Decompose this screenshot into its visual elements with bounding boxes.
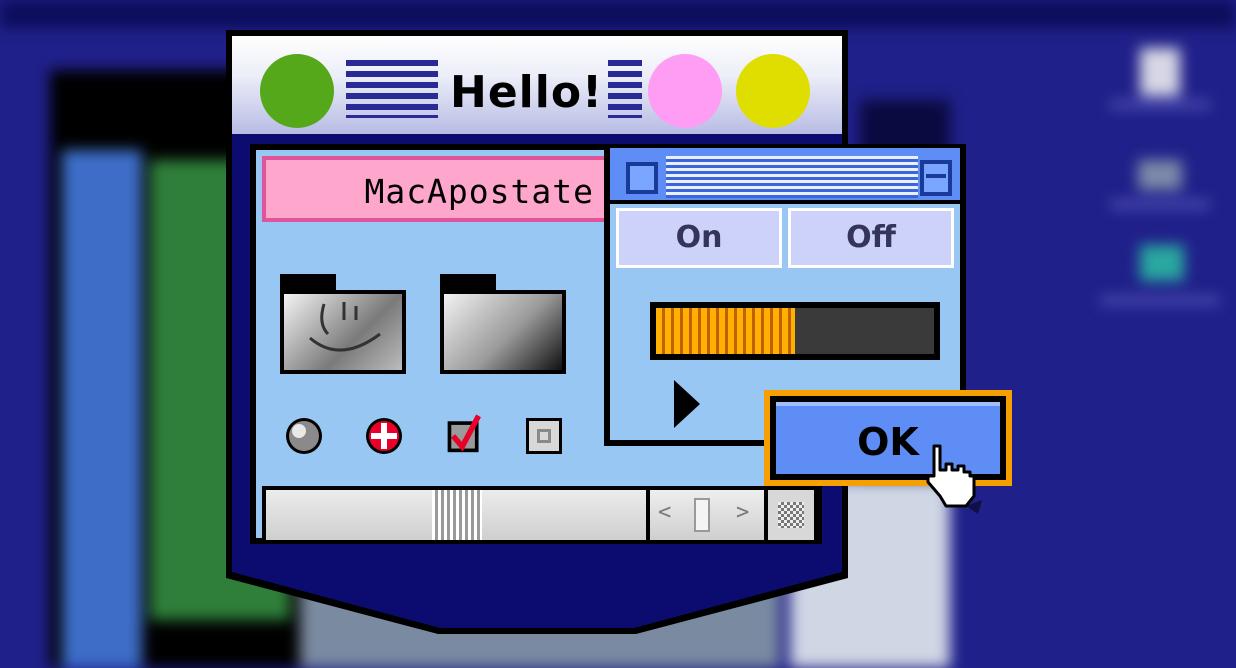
scroll-left-arrow[interactable]: < [658,500,671,525]
scroll-arrows: < > [650,490,764,540]
folder-icon[interactable] [440,274,566,374]
checkbox-checked-icon[interactable] [444,414,484,454]
scroll-thumb[interactable] [432,490,482,540]
hand-cursor-icon [926,444,982,514]
play-icon[interactable] [674,380,700,428]
title-bar-stripes-left [346,60,438,118]
nameplate: MacApostate [262,156,612,222]
resize-grip[interactable] [768,490,814,540]
scroll-mini-thumb[interactable] [694,498,710,532]
inner-title-stripes [666,156,918,198]
close-button[interactable] [260,54,334,128]
off-button[interactable]: Off [788,208,954,268]
progress-bar [650,302,940,360]
desktop-icon-2 [1138,160,1182,190]
red-cross-icon[interactable] [364,416,404,456]
desktop-label-3 [1100,296,1220,305]
minimize-button[interactable] [648,54,722,128]
title-bar[interactable]: Hello! [232,36,842,134]
desktop-icon-3 [1140,245,1184,281]
progress-fill [656,308,795,354]
drive-icon [1140,48,1180,96]
zoom-button[interactable] [736,54,810,128]
menu-bar [0,0,1236,28]
window-title: Hello! [450,67,604,118]
checkbox-square-icon[interactable] [524,416,564,456]
finder-folder-icon[interactable] [280,274,406,374]
inner-collapse-button[interactable] [920,160,952,196]
desktop-label-2 [1110,200,1210,209]
inner-title-bar[interactable] [610,148,960,200]
drive-label [1110,100,1210,109]
inner-close-button[interactable] [626,162,658,194]
horizontal-scrollbar[interactable]: < > [262,486,818,544]
title-bar-stripes-right [608,60,642,118]
nameplate-label: MacApostate [364,172,594,211]
background-window-sidebar [62,150,142,668]
on-button[interactable]: On [616,208,782,268]
radio-ball-icon[interactable] [284,416,324,456]
scroll-right-arrow[interactable]: > [736,500,749,525]
